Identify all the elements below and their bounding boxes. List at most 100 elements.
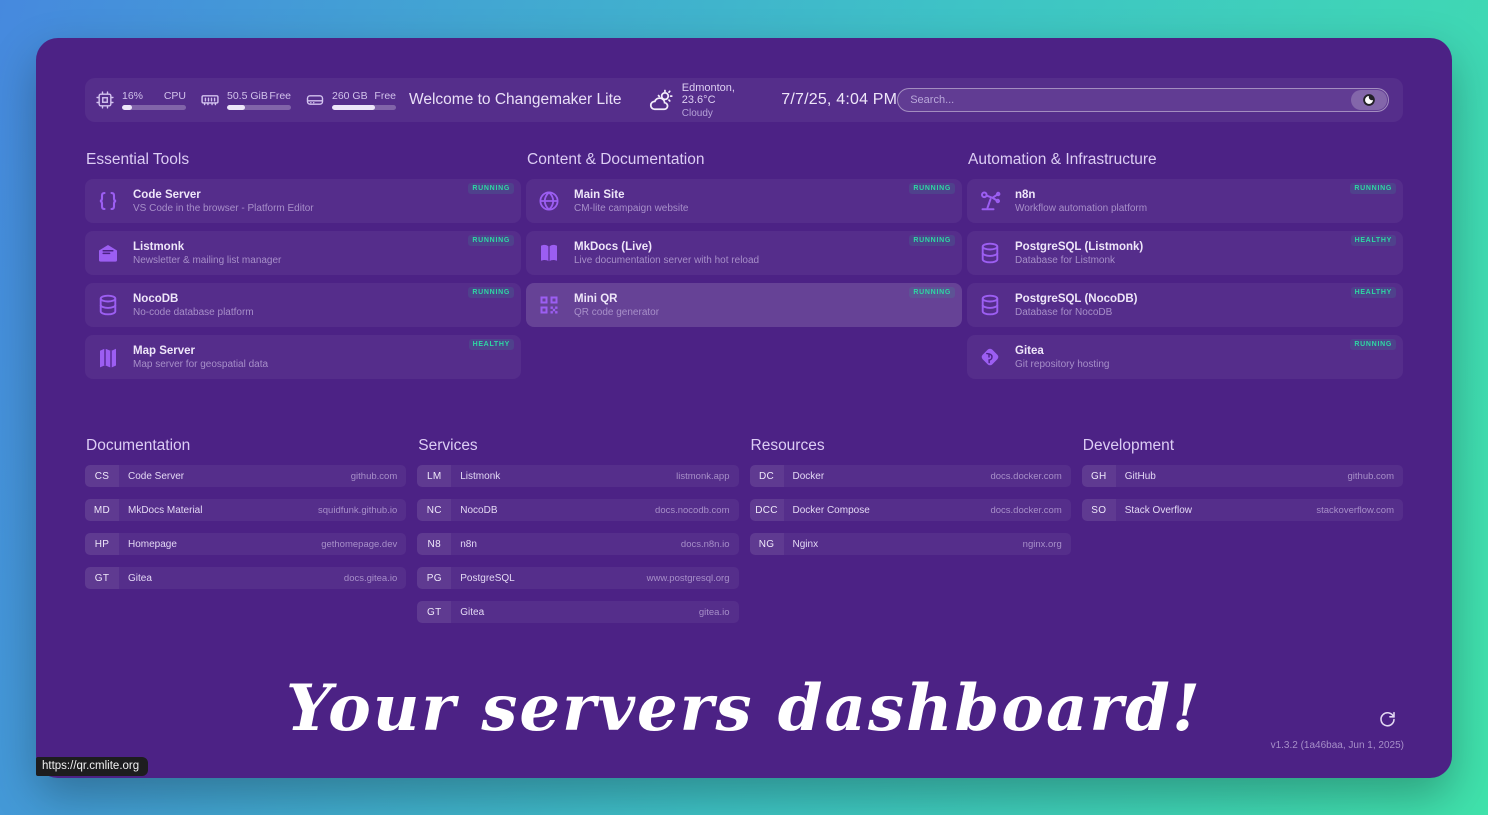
bookmark-url: docs.gitea.io xyxy=(344,573,397,584)
bookmark-url: squidfunk.github.io xyxy=(318,505,397,516)
stat-progress-bar xyxy=(332,105,396,110)
weather-widget[interactable]: Edmonton, 23.6°C Cloudy xyxy=(648,82,770,119)
bookmark-name: Homepage xyxy=(128,539,177,550)
globe-icon xyxy=(537,189,561,213)
bookmark-name: GitHub xyxy=(1125,471,1156,482)
service-card-mkdocs-live[interactable]: MkDocs (Live)Live documentation server w… xyxy=(526,231,962,275)
service-card-postgresql-listmonk[interactable]: PostgreSQL (Listmonk)Database for Listmo… xyxy=(967,231,1403,275)
memory-icon xyxy=(200,90,220,110)
service-card-n8n[interactable]: n8nWorkflow automation platformRUNNING xyxy=(967,179,1403,223)
service-card-code-server[interactable]: Code ServerVS Code in the browser - Plat… xyxy=(85,179,521,223)
stat-progress-bar xyxy=(227,105,291,110)
bookmark-docker-compose[interactable]: DCC Docker Compose docs.docker.com xyxy=(750,499,1071,521)
status-badge: RUNNING xyxy=(909,183,955,194)
bookmark-abbr: DC xyxy=(750,465,784,487)
bookmark-url: docs.nocodb.com xyxy=(655,505,729,516)
partly-cloudy-icon xyxy=(648,87,674,114)
bookmark-name: Gitea xyxy=(460,607,484,618)
bookmark-gitea[interactable]: GTGiteadocs.gitea.io xyxy=(85,567,406,589)
service-description: QR code generator xyxy=(574,307,659,318)
bookmark-listmonk[interactable]: LMListmonklistmonk.app xyxy=(417,465,738,487)
service-description: CM-lite campaign website xyxy=(574,203,689,214)
bookmark-name: Docker xyxy=(793,471,825,482)
stat-label: Free xyxy=(374,90,396,102)
bookmark-gitea[interactable]: GTGiteagitea.io xyxy=(417,601,738,623)
service-description: Git repository hosting xyxy=(1015,359,1110,370)
service-group-essential-tools: Essential Tools Code ServerVS Code in the… xyxy=(85,151,521,387)
bookmark-abbr: DCC xyxy=(750,499,784,521)
stat-widget-disk: 260 GB Free xyxy=(305,90,396,110)
service-name: Main Site xyxy=(574,189,689,201)
refresh-icon xyxy=(1378,710,1397,729)
stat-value: 260 GB xyxy=(332,90,368,102)
code-braces-icon xyxy=(96,189,120,213)
search-input[interactable] xyxy=(897,88,1389,112)
stat-value: 50.5 GiB xyxy=(227,90,268,102)
service-group-content-documentation: Content & Documentation Main Site CM-lite … xyxy=(526,151,962,387)
bookmark-nginx[interactable]: NGNginxnginx.org xyxy=(750,533,1071,555)
service-card-mini-qr[interactable]: Mini QRQR code generatorRUNNING xyxy=(526,283,962,327)
bookmark-github[interactable]: GHGitHubgithub.com xyxy=(1082,465,1403,487)
bookmark-name: Docker Compose xyxy=(793,505,870,516)
status-badge: RUNNING xyxy=(909,287,955,298)
service-card-gitea[interactable]: GiteaGit repository hostingRUNNING xyxy=(967,335,1403,379)
service-card-nocodb[interactable]: NocoDBNo-code database platformRUNNING xyxy=(85,283,521,327)
bookmark-name: Code Server xyxy=(128,471,184,482)
bookmark-code-server[interactable]: CSCode Servergithub.com xyxy=(85,465,406,487)
bookmark-name: MkDocs Material xyxy=(128,505,202,516)
link-preview-tooltip: https://qr.cmlite.org xyxy=(36,757,148,776)
gitea-icon xyxy=(978,345,1002,369)
service-description: No-code database platform xyxy=(133,307,254,318)
bookmark-name: PostgreSQL xyxy=(460,573,514,584)
status-badge: RUNNING xyxy=(468,183,514,194)
bookmark-n8n[interactable]: N8n8ndocs.n8n.io xyxy=(417,533,738,555)
mail-icon xyxy=(96,241,120,265)
status-badge: RUNNING xyxy=(909,235,955,246)
stat-progress-fill xyxy=(332,105,375,110)
bookmark-postgresql[interactable]: PGPostgreSQLwww.postgresql.org xyxy=(417,567,738,589)
status-badge: HEALTHY xyxy=(1351,287,1396,298)
map-icon xyxy=(96,345,120,369)
service-card-main-site[interactable]: Main Site CM-lite campaign website RUNNING xyxy=(526,179,962,223)
service-card-map-server[interactable]: Map ServerMap server for geospatial data… xyxy=(85,335,521,379)
section-title: Resources xyxy=(751,437,1071,455)
top-bar: 16%CPU50.5 GiBFree260 GBFree Welcome to … xyxy=(85,78,1403,122)
version-label: v1.3.2 (1a46baa, Jun 1, 2025) xyxy=(1271,740,1404,751)
bookmark-url: docs.docker.com xyxy=(990,505,1061,516)
refresh-button[interactable] xyxy=(1378,710,1397,729)
bookmark-group-documentation: DocumentationCSCode Servergithub.comMDMk… xyxy=(85,437,406,601)
bookmark-url: www.postgresql.org xyxy=(647,573,730,584)
weather-condition: Cloudy xyxy=(682,108,769,119)
bookmark-group-resources: Resources DC Docker docs.docker.com DCC Docke… xyxy=(750,437,1071,567)
duckduckgo-icon xyxy=(1362,93,1376,107)
service-card-listmonk[interactable]: ListmonkNewsletter & mailing list manage… xyxy=(85,231,521,275)
stat-widget-memory: 50.5 GiBFree xyxy=(200,90,291,110)
bookmark-nocodb[interactable]: NC NocoDB docs.nocodb.com xyxy=(417,499,738,521)
search-engine-button[interactable] xyxy=(1351,90,1387,110)
bookmark-name: NocoDB xyxy=(460,505,497,516)
book-icon xyxy=(537,241,561,265)
dashboard-message: Your servers dashboard! xyxy=(85,671,1403,746)
service-card-postgresql-nocodb[interactable]: PostgreSQL (NocoDB)Database for NocoDBHE… xyxy=(967,283,1403,327)
status-badge: RUNNING xyxy=(468,235,514,246)
bookmark-homepage[interactable]: HPHomepagegethomepage.dev xyxy=(85,533,406,555)
bookmark-mkdocs-material[interactable]: MDMkDocs Materialsquidfunk.github.io xyxy=(85,499,406,521)
bookmark-stack-overflow[interactable]: SOStack Overflowstackoverflow.com xyxy=(1082,499,1403,521)
bookmark-url: nginx.org xyxy=(1023,539,1062,550)
bookmark-abbr: NG xyxy=(750,533,784,555)
service-name: PostgreSQL (NocoDB) xyxy=(1015,293,1137,305)
status-badge: RUNNING xyxy=(1350,339,1396,350)
bookmark-abbr: GT xyxy=(417,601,451,623)
section-title: Content & Documentation xyxy=(527,151,962,169)
section-title: Development xyxy=(1083,437,1403,455)
stat-progress-fill xyxy=(227,105,245,110)
stat-progress-bar xyxy=(122,105,186,110)
service-description: Database for Listmonk xyxy=(1015,255,1143,266)
bookmarks-section: DocumentationCSCode Servergithub.comMDMk… xyxy=(85,437,1403,635)
service-description: Map server for geospatial data xyxy=(133,359,268,370)
service-description: Live documentation server with hot reloa… xyxy=(574,255,759,266)
bookmark-docker[interactable]: DCDockerdocs.docker.com xyxy=(750,465,1071,487)
bookmark-abbr: NC xyxy=(417,499,451,521)
service-name: NocoDB xyxy=(133,293,254,305)
section-title: Essential Tools xyxy=(86,151,521,169)
